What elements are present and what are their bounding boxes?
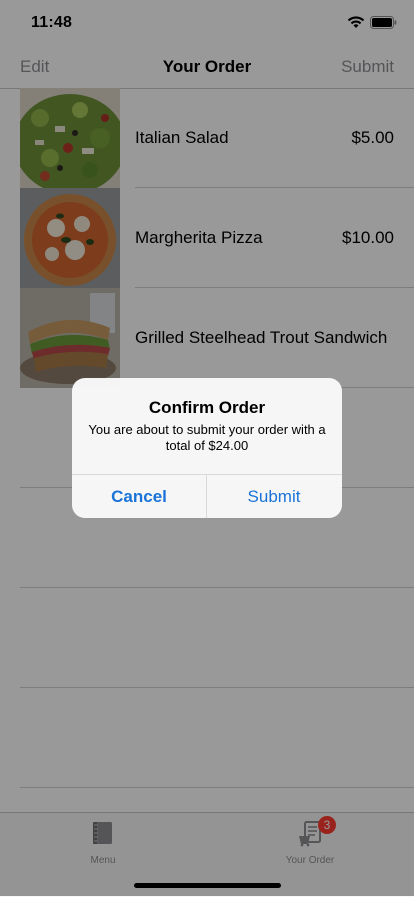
dialog-buttons: Cancel Submit xyxy=(72,474,342,518)
submit-button[interactable]: Submit xyxy=(207,475,341,518)
cancel-button[interactable]: Cancel xyxy=(72,475,206,518)
dialog-message: You are about to submit your order with … xyxy=(88,422,326,453)
dialog-title: Confirm Order xyxy=(148,398,266,417)
confirm-order-dialog: Confirm Order You are about to submit yo… xyxy=(72,378,342,518)
